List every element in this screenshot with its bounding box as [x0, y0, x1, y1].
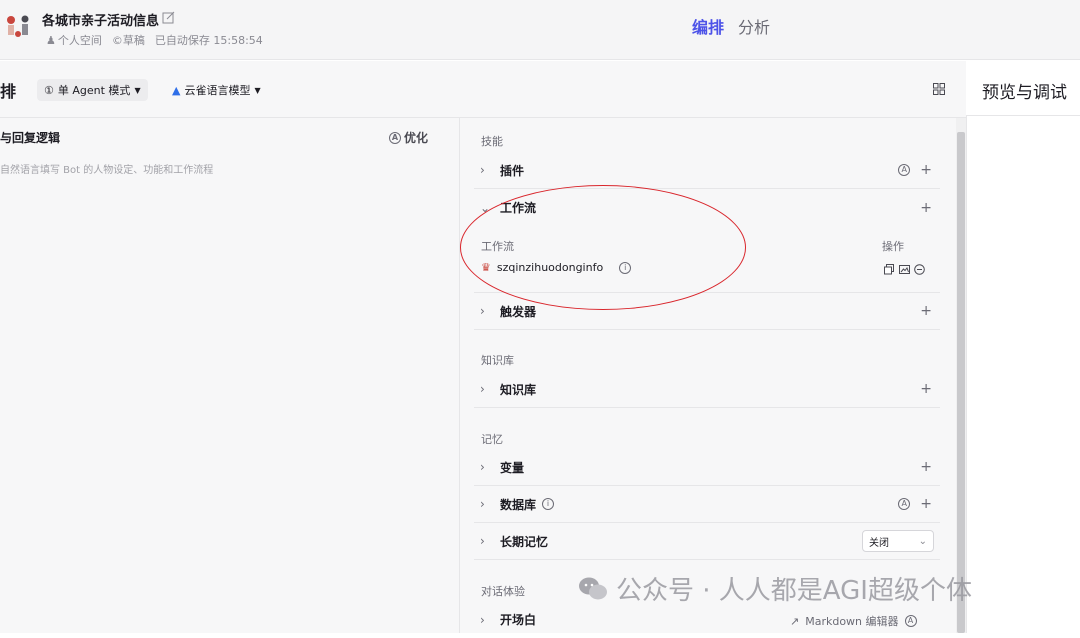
auto-icon[interactable]: A: [898, 164, 911, 176]
bot-avatar: [7, 15, 29, 37]
row-variable[interactable]: › 变量 +: [474, 449, 940, 486]
expand-icon: ↗: [790, 614, 800, 628]
row-knowledge[interactable]: › 知识库 +: [474, 371, 940, 408]
chevron-right-icon: ›: [480, 304, 485, 318]
wechat-icon: [579, 577, 607, 599]
prompt-title: 与回复逻辑: [0, 131, 61, 145]
top-bar: [0, 0, 1080, 60]
chevron-right-icon: ›: [480, 460, 485, 474]
tab-arrange[interactable]: 编排: [692, 14, 724, 38]
watermark: 公众号 · 人人都是AGI超级个体: [578, 570, 972, 607]
auto-icon[interactable]: A: [904, 615, 917, 627]
agent-icon: ①: [44, 83, 54, 97]
row-plugin[interactable]: › 插件 A +: [474, 152, 940, 189]
edit-icon[interactable]: [162, 11, 175, 24]
layout-grid-icon[interactable]: [933, 83, 945, 95]
section-skills: 技能: [481, 135, 503, 148]
user-icon: ♟: [46, 33, 56, 47]
workflow-item[interactable]: ♛ szqinzihuodonginfo i: [481, 261, 632, 274]
add-icon[interactable]: +: [920, 200, 932, 216]
preview-title: 预览与调试: [982, 83, 1067, 103]
add-icon[interactable]: +: [920, 459, 932, 475]
row-database[interactable]: › 数据库 i A +: [474, 486, 940, 523]
model-select[interactable]: ▲ 云雀语言模型 ▼: [168, 79, 265, 101]
copy-icon[interactable]: [884, 264, 895, 275]
auto-icon[interactable]: A: [898, 498, 911, 510]
row-workflow[interactable]: ⌄ 工作流 +: [474, 189, 940, 226]
workflow-ops: [884, 264, 925, 275]
mode-select[interactable]: ① 单 Agent 模式 ▼: [37, 79, 148, 101]
caret-down-icon: ▼: [254, 85, 261, 95]
caret-down-icon: ▼: [134, 85, 141, 95]
bot-meta: ♟ 个人空间 ©草稿 已自动保存 15:58:54: [46, 32, 263, 48]
prompt-input[interactable]: 自然语言填写 Bot 的人物设定、功能和工作流程: [0, 161, 213, 176]
chevron-down-icon: ⌄: [918, 535, 927, 547]
toolbar-title-fragment: 排: [0, 82, 17, 101]
info-icon[interactable]: i: [542, 498, 555, 510]
row-trigger[interactable]: › 触发器 +: [474, 293, 940, 330]
add-icon[interactable]: +: [920, 162, 932, 178]
chevron-right-icon: ›: [480, 163, 485, 177]
longterm-memory-select[interactable]: 关闭 ⌄: [862, 530, 934, 552]
chevron-right-icon: ›: [480, 612, 485, 627]
add-icon[interactable]: +: [920, 496, 932, 512]
autosave-label: 已自动保存 15:58:54: [154, 34, 263, 47]
section-memory: 记忆: [481, 433, 503, 446]
section-knowledge: 知识库: [481, 354, 514, 367]
section-dialog: 对话体验: [481, 585, 525, 598]
scrollbar-thumb[interactable]: [957, 132, 965, 633]
workflow-column-label: 工作流: [481, 240, 514, 253]
info-icon[interactable]: i: [619, 261, 632, 274]
optimize-button[interactable]: A 优化: [389, 129, 428, 146]
model-icon: ▲: [172, 83, 181, 97]
chevron-down-icon: ⌄: [480, 200, 491, 215]
bot-title: 各城市亲子活动信息: [42, 14, 160, 29]
chevron-right-icon: ›: [480, 497, 485, 511]
ops-column-label: 操作: [882, 240, 904, 253]
add-icon[interactable]: +: [920, 381, 932, 397]
preview-panel: [966, 61, 1080, 633]
chevron-right-icon: ›: [480, 534, 485, 548]
tab-analysis[interactable]: 分析: [738, 14, 770, 38]
image-icon[interactable]: [899, 264, 910, 275]
workflow-avatar-icon: ♛: [481, 261, 491, 274]
add-icon[interactable]: +: [920, 303, 932, 319]
prompt-panel: [0, 61, 459, 633]
remove-icon[interactable]: [914, 264, 925, 275]
space-label: ♟ 个人空间: [46, 33, 102, 48]
top-tabs: 编排 分析: [692, 14, 770, 38]
optimize-icon: A: [389, 131, 401, 144]
draft-label: ©草稿: [111, 34, 145, 47]
markdown-editor-button[interactable]: ↗ Markdown 编辑器 A: [790, 613, 917, 629]
chevron-right-icon: ›: [480, 382, 485, 396]
